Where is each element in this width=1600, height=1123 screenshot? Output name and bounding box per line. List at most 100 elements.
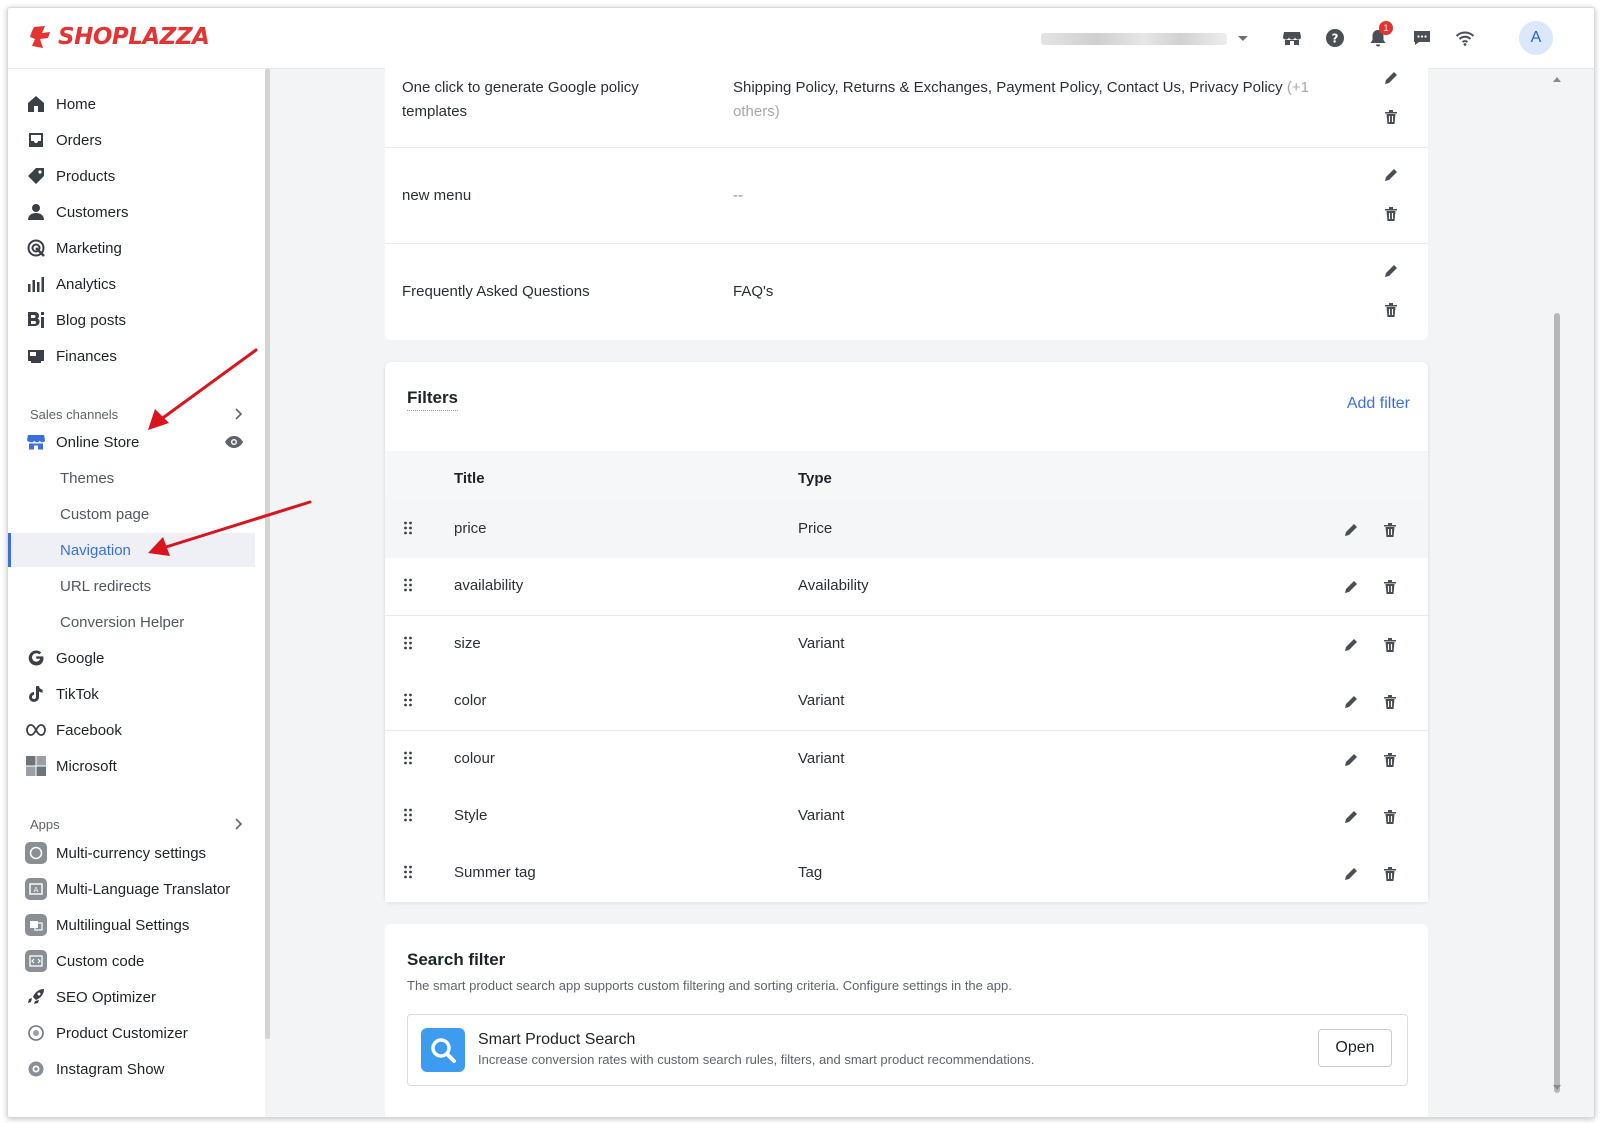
edit-pencil-icon[interactable] <box>1382 166 1400 184</box>
edit-pencil-icon[interactable] <box>1342 521 1360 539</box>
sidebar-app-multi-currency[interactable]: Multi-currency settings <box>8 836 255 870</box>
sidebar-app-instagram-show[interactable]: Instagram Show <box>8 1052 255 1086</box>
add-filter-link[interactable]: Add filter <box>1347 395 1410 413</box>
table-row[interactable]: color Variant <box>385 673 1428 732</box>
menu-title[interactable]: new menu <box>402 184 471 208</box>
sidebar-item-blog-posts[interactable]: Blog posts <box>8 303 255 337</box>
sidebar-item-orders[interactable]: Orders <box>8 123 255 157</box>
delete-trash-icon[interactable] <box>1381 636 1399 654</box>
sidebar-item-label: Marketing <box>56 239 122 257</box>
chevron-right-icon[interactable] <box>234 407 244 421</box>
shoplazza-logo[interactable]: SHOPLAZZA <box>28 24 210 50</box>
sidebar-item-online-store[interactable]: Online Store <box>8 425 255 459</box>
delete-trash-icon[interactable] <box>1381 751 1399 769</box>
sidebar-scrollbar[interactable] <box>265 69 270 1039</box>
magnifier-icon <box>431 1038 456 1063</box>
sidebar-item-label: Customers <box>56 203 129 221</box>
sidebar-sub-custom-page[interactable]: Custom page <box>8 497 255 531</box>
drag-handle-icon[interactable] <box>403 578 413 597</box>
edit-pencil-icon[interactable] <box>1342 636 1360 654</box>
sidebar-sub-label: Navigation <box>60 541 131 559</box>
smart-search-app-box: Smart Product Search Increase conversion… <box>407 1014 1408 1086</box>
drag-handle-icon[interactable] <box>403 751 413 770</box>
table-row[interactable]: Summer tag Tag <box>385 845 1428 904</box>
sidebar-item-home[interactable]: Home <box>8 87 255 121</box>
sidebar-item-tiktok[interactable]: TikTok <box>8 677 255 711</box>
main-scrollbar[interactable] <box>1554 313 1560 1093</box>
sidebar-item-google[interactable]: Google <box>8 641 255 675</box>
sidebar-item-microsoft[interactable]: Microsoft <box>8 749 255 783</box>
delete-trash-icon[interactable] <box>1381 521 1399 539</box>
delete-trash-icon[interactable] <box>1382 108 1400 126</box>
search-filter-description: The smart product search app supports cu… <box>407 978 1012 993</box>
sidebar-sub-url-redirects[interactable]: URL redirects <box>8 569 255 603</box>
eye-icon[interactable] <box>224 435 244 449</box>
delete-trash-icon[interactable] <box>1382 301 1400 319</box>
drag-handle-icon[interactable] <box>403 808 413 827</box>
filter-type: Variant <box>798 807 845 824</box>
edit-pencil-icon[interactable] <box>1342 693 1360 711</box>
sidebar-sub-conversion-helper[interactable]: Conversion Helper <box>8 605 255 639</box>
rocket-icon <box>26 987 46 1007</box>
table-row[interactable]: size Variant <box>385 615 1428 674</box>
drag-handle-icon[interactable] <box>403 865 413 884</box>
sidebar-app-product-customizer[interactable]: Product Customizer <box>8 1016 255 1050</box>
target-icon <box>26 238 46 258</box>
sidebar-sub-label: Custom page <box>60 505 150 523</box>
menu-title[interactable]: One click to generate Google policy temp… <box>402 76 639 124</box>
chevron-right-icon[interactable] <box>234 817 244 831</box>
sidebar-app-multi-language-translator[interactable]: A Multi-Language Translator <box>8 872 255 906</box>
sidebar-item-marketing[interactable]: Marketing <box>8 231 255 265</box>
sidebar-sub-navigation[interactable]: Navigation <box>8 533 255 567</box>
sidebar-app-seo-optimizer[interactable]: SEO Optimizer <box>8 980 255 1014</box>
filter-title: color <box>454 692 487 710</box>
edit-pencil-icon[interactable] <box>1382 69 1400 87</box>
menu-items-more: (+1 <box>1286 79 1309 96</box>
menu-title-line: templates <box>402 103 468 120</box>
user-avatar[interactable]: A <box>1519 21 1553 55</box>
delete-trash-icon[interactable] <box>1382 205 1400 223</box>
edit-pencil-icon[interactable] <box>1382 262 1400 280</box>
scroll-up-icon[interactable] <box>1552 75 1562 83</box>
delete-trash-icon[interactable] <box>1381 808 1399 826</box>
sidebar-app-custom-code[interactable]: Custom code <box>8 944 255 978</box>
edit-pencil-icon[interactable] <box>1342 808 1360 826</box>
delete-trash-icon[interactable] <box>1381 693 1399 711</box>
app-window: SHOPLAZZA ? 1 A Home Orders Products Cus… <box>7 7 1595 1118</box>
delete-trash-icon[interactable] <box>1381 865 1399 883</box>
table-row[interactable]: Style Variant <box>385 788 1428 846</box>
blog-icon <box>26 310 46 330</box>
table-row[interactable]: availability Availability <box>385 558 1428 617</box>
wifi-icon[interactable] <box>1452 25 1478 51</box>
edit-pencil-icon[interactable] <box>1342 751 1360 769</box>
sidebar-item-label: Orders <box>56 131 102 149</box>
filter-title: availability <box>454 577 524 595</box>
scroll-down-icon[interactable] <box>1552 1084 1562 1092</box>
sidebar-item-analytics[interactable]: Analytics <box>8 267 255 301</box>
edit-pencil-icon[interactable] <box>1342 865 1360 883</box>
customizer-icon <box>26 1023 46 1043</box>
sidebar-item-finances[interactable]: Finances <box>8 339 255 373</box>
filter-title: Style <box>454 807 488 824</box>
sales-channels-label: Sales channels <box>30 407 119 422</box>
sidebar-item-customers[interactable]: Customers <box>8 195 255 229</box>
sidebar-item-facebook[interactable]: Facebook <box>8 713 255 747</box>
table-row[interactable]: colour Variant <box>385 730 1428 789</box>
sidebar-sub-themes[interactable]: Themes <box>8 461 255 495</box>
menu-title[interactable]: Frequently Asked Questions <box>402 280 590 304</box>
person-icon <box>26 202 46 222</box>
sidebar-app-multilingual-settings[interactable]: Multilingual Settings <box>8 908 255 942</box>
delete-trash-icon[interactable] <box>1381 578 1399 596</box>
table-row[interactable]: price Price <box>385 501 1428 559</box>
column-header-title[interactable]: Title <box>454 470 485 487</box>
sidebar-item-label: Finances <box>56 347 117 365</box>
store-selector[interactable] <box>1041 30 1249 48</box>
edit-pencil-icon[interactable] <box>1342 578 1360 596</box>
currency-app-icon <box>25 842 47 864</box>
drag-handle-icon[interactable] <box>403 636 413 655</box>
column-header-type[interactable]: Type <box>798 470 832 487</box>
drag-handle-icon[interactable] <box>403 693 413 712</box>
open-app-button[interactable]: Open <box>1318 1029 1392 1067</box>
drag-handle-icon[interactable] <box>403 521 413 540</box>
sidebar-item-products[interactable]: Products <box>8 159 255 193</box>
